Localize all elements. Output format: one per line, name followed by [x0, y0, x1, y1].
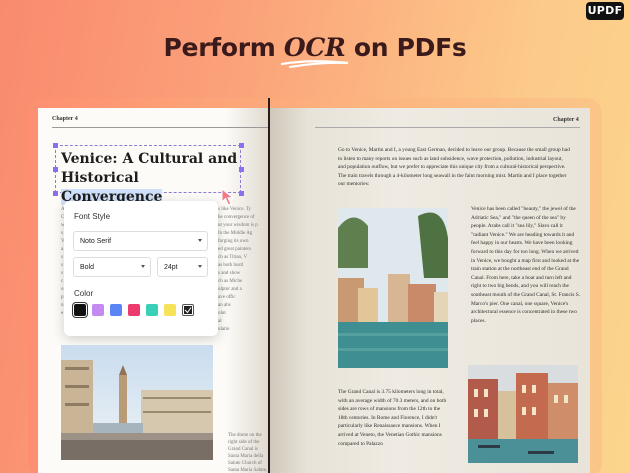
font-family-select[interactable]: Noto Serif — [73, 231, 208, 251]
right-chapter-label: Chapter 4 — [553, 117, 579, 123]
obscured-body-text: s like Venice. Ty he convergence of ut you… — [218, 206, 270, 331]
font-family-value: Noto Serif — [80, 237, 112, 245]
custom-color-picker-icon[interactable] — [182, 304, 194, 316]
photo-caption: The dome on the right side of the Grand … — [228, 433, 268, 472]
color-swatch[interactable] — [128, 304, 140, 316]
title-line-1: Venice: A Cultural and — [61, 151, 238, 167]
venice-canal-photo — [338, 208, 448, 368]
color-swatches — [72, 302, 194, 318]
font-size-select[interactable]: 24pt — [157, 257, 208, 277]
left-column-paragraph: The Grand Canal is 3.75 kilometers long … — [338, 389, 447, 447]
obscured-text-line: ch as Titian, V — [218, 255, 248, 260]
right-header-rule — [315, 127, 580, 128]
obscured-text-line: ed great painters — [218, 247, 252, 252]
headline-pre: Perform — [163, 33, 284, 62]
obscured-text-line: ulptor and a — [218, 287, 242, 292]
color-label: Color — [74, 289, 94, 298]
selection-handle[interactable] — [239, 143, 244, 148]
obscured-text-line: ch as Miche — [218, 279, 243, 284]
right-column-paragraph: Venice has been called "beauty," the jew… — [471, 206, 581, 324]
headline-ocr: OCR — [280, 32, 348, 68]
venice-buildings-photo — [468, 365, 578, 463]
selection-handle[interactable] — [53, 191, 58, 196]
font-weight-select[interactable]: Bold — [73, 257, 151, 277]
color-swatch[interactable] — [110, 304, 122, 316]
obscured-text-line: forging its own — [218, 239, 249, 244]
obscured-text-line: s and show — [218, 271, 241, 276]
headline: Perform OCR on PDFs — [0, 32, 630, 68]
font-size-value: 24pt — [164, 263, 178, 271]
obscured-text-line: he convergence of — [218, 215, 255, 220]
obscured-text-line: ut your wisdom is p — [218, 223, 258, 228]
obscured-text-line: s like Venice. Ty — [218, 207, 252, 212]
obscured-text-line: as both bustl — [218, 263, 244, 268]
font-style-label: Font Style — [74, 212, 111, 221]
obscured-text-line: olut — [218, 311, 226, 316]
chevron-down-icon — [198, 239, 202, 242]
left-chapter-label: Chapter 4 — [52, 116, 78, 122]
left-header-rule — [52, 127, 268, 128]
intro-paragraph: Go to Venice, Martin and I, a young East… — [338, 147, 570, 188]
title-line-2: Historical — [61, 170, 139, 186]
selection-handle[interactable] — [53, 167, 58, 172]
color-swatch[interactable] — [164, 304, 176, 316]
obscured-text-line: an abs — [218, 303, 231, 308]
obscured-text-line: In the Middle Ag — [218, 231, 253, 236]
color-swatch[interactable] — [92, 304, 104, 316]
before-after-divider[interactable] — [268, 98, 270, 473]
underline-swoosh-icon — [280, 60, 348, 68]
obscured-text-line: ulatio — [218, 327, 230, 331]
headline-post: on PDFs — [345, 33, 467, 62]
updf-logo: UPDF — [586, 2, 624, 20]
chevron-down-icon — [141, 265, 145, 268]
obscured-text-line: ave offic — [218, 295, 236, 300]
color-swatch[interactable] — [146, 304, 158, 316]
color-swatch[interactable] — [72, 302, 88, 318]
venice-piazza-photo — [61, 345, 213, 460]
mouse-cursor-icon — [221, 188, 235, 206]
obscured-text-line: al — [218, 319, 222, 324]
document-title[interactable]: Venice: A Cultural and Historical Conver… — [61, 150, 241, 207]
chevron-down-icon — [198, 265, 202, 268]
selection-handle[interactable] — [53, 143, 58, 148]
font-weight-value: Bold — [80, 263, 95, 271]
